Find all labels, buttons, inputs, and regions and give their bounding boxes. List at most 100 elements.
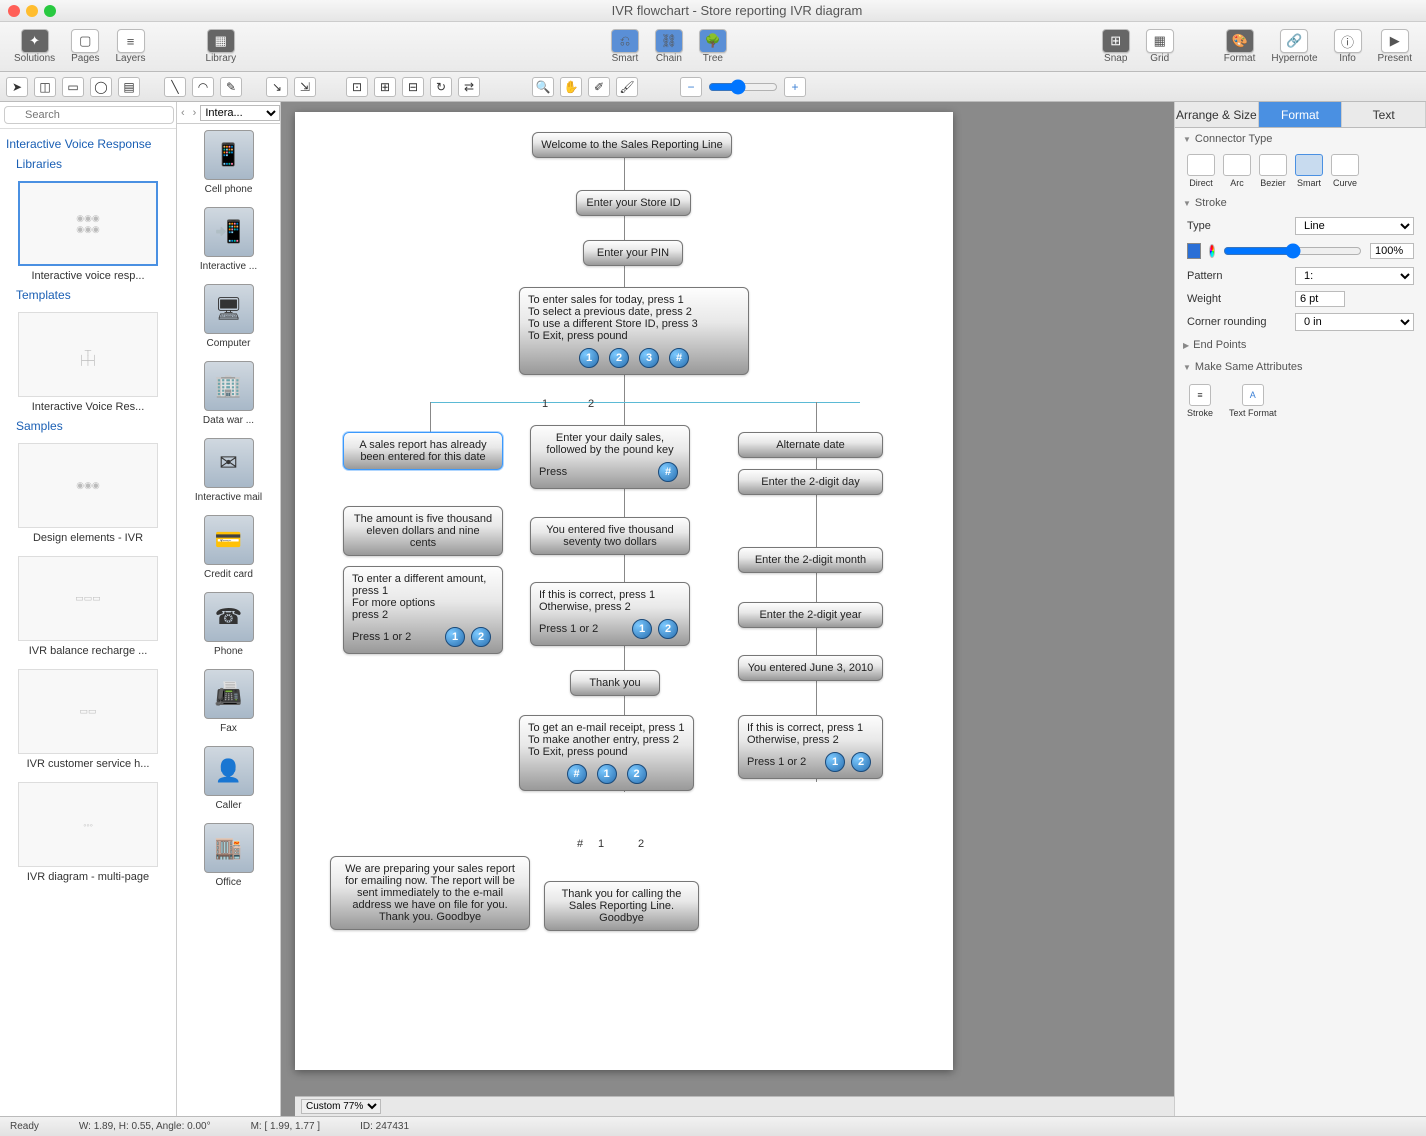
opacity-input[interactable] [1370,243,1414,259]
arrange-tool[interactable]: ⊟ [402,77,424,97]
canvas-area[interactable]: Welcome to the Sales Reporting Line Ente… [281,102,1174,1116]
section-endpoints[interactable]: End Points [1175,334,1426,356]
flow-node[interactable]: Alternate date [738,432,883,458]
lib-item[interactable]: 💳Credit card [177,509,280,586]
conntype-arc[interactable]: Arc [1223,154,1251,188]
sample-thumb-2[interactable]: ▭▭▭ [18,556,158,641]
flow-node[interactable]: Enter your PIN [583,240,683,266]
arc-tool[interactable]: ◠ [192,77,214,97]
lib-nav-fwd[interactable]: › [189,107,201,119]
ellipse-tool[interactable]: ◯ [90,77,112,97]
lib-item[interactable]: ✉Interactive mail [177,432,280,509]
align-tool[interactable]: ⊡ [346,77,368,97]
lib-item[interactable]: 👤Caller [177,740,280,817]
grid-button[interactable]: ▦Grid [1140,27,1180,66]
tmpl-thumb[interactable]: ┬├┼┤ [18,312,158,397]
tab-format[interactable]: Format [1259,102,1343,127]
close-icon[interactable] [8,5,20,17]
sample-thumb-4[interactable]: ◦◦◦ [18,782,158,867]
zoom-icon[interactable] [44,5,56,17]
present-button[interactable]: ▶Present [1372,27,1418,66]
conntype-smart[interactable]: Smart [1295,154,1323,188]
flow-node[interactable]: The amount is five thousand eleven dolla… [343,506,503,556]
distribute-tool[interactable]: ⊞ [374,77,396,97]
lib-item[interactable]: 🖥Computer [177,278,280,355]
window-controls[interactable] [8,5,56,17]
flow-node-selected[interactable]: A sales report has already been entered … [343,432,503,470]
section-make-same[interactable]: Make Same Attributes [1175,356,1426,378]
flow-node[interactable]: You entered June 3, 2010 [738,655,883,681]
flow-node[interactable]: Enter your Store ID [576,190,691,216]
section-connector-type[interactable]: Connector Type [1175,128,1426,150]
lib-item[interactable]: 📲Interactive ... [177,201,280,278]
connector-tool[interactable]: ↘ [266,77,288,97]
library-button[interactable]: ▦Library [200,27,243,66]
zoom-select[interactable]: Custom 77% [301,1099,381,1114]
flow-node[interactable]: If this is correct, press 1 Otherwise, p… [738,715,883,779]
brush-tool[interactable]: 🖌 [616,77,638,97]
layers-button[interactable]: ≡Layers [110,27,152,66]
opacity-slider[interactable] [1223,241,1362,261]
flow-node[interactable]: Enter the 2-digit day [738,469,883,495]
lib-item[interactable]: 🏬Office [177,817,280,894]
zoom-in-button[interactable]: + [784,77,806,97]
format-button[interactable]: 🎨Format [1218,27,1262,66]
zoom-slider[interactable] [708,79,778,95]
sample-thumb-1[interactable]: ◉◉◉ [18,443,158,528]
pan-tool[interactable]: ✋ [560,77,582,97]
lib-nav-back[interactable]: ‹ [177,107,189,119]
hypernote-button[interactable]: 🔗Hypernote [1265,27,1323,66]
info-button[interactable]: ⓘInfo [1328,27,1368,66]
rotate-tool[interactable]: ↻ [430,77,452,97]
pointer-tool[interactable]: ➤ [6,77,28,97]
line-tool[interactable]: ╲ [164,77,186,97]
marquee-tool[interactable]: ◫ [34,77,56,97]
connector-selected[interactable] [430,402,860,403]
lib-thumb[interactable]: ◉◉◉◉◉◉ [18,181,158,266]
chain-button[interactable]: ⛓Chain [649,27,689,66]
smart-connector-tool[interactable]: ⇲ [294,77,316,97]
smart-button[interactable]: ⎌Smart [605,27,645,66]
stroke-color-swatch[interactable] [1187,243,1201,259]
flow-node[interactable]: To get an e-mail receipt, press 1 To mak… [519,715,694,791]
pattern-select[interactable]: 1: [1295,267,1414,285]
text-tool[interactable]: ▤ [118,77,140,97]
flow-node[interactable]: Enter the 2-digit month [738,547,883,573]
flow-node[interactable]: If this is correct, press 1 Otherwise, p… [530,582,690,646]
lib-dropdown[interactable]: Intera... [200,105,280,121]
lib-item[interactable]: 🏢Data war ... [177,355,280,432]
section-stroke[interactable]: Stroke [1175,192,1426,214]
snap-button[interactable]: ⊞Snap [1096,27,1136,66]
eyedrop-tool[interactable]: ✐ [588,77,610,97]
tree-samples[interactable]: Samples [6,417,170,435]
conntype-curve[interactable]: Curve [1331,154,1359,188]
sample-thumb-3[interactable]: ▭▭ [18,669,158,754]
stroke-type-select[interactable]: Line [1295,217,1414,235]
tree-button[interactable]: 🌳Tree [693,27,733,66]
nav-tree[interactable]: Interactive Voice Response Libraries ◉◉◉… [0,129,176,891]
minimize-icon[interactable] [26,5,38,17]
rect-tool[interactable]: ▭ [62,77,84,97]
flow-node[interactable]: You entered five thousand seventy two do… [530,517,690,555]
lib-item[interactable]: ☎Phone [177,586,280,663]
zoom-tool[interactable]: 🔍 [532,77,554,97]
flow-node[interactable]: Thank you for calling the Sales Reportin… [544,881,699,931]
pen-tool[interactable]: ✎ [220,77,242,97]
pages-button[interactable]: ▢Pages [65,27,105,66]
search-input[interactable] [4,106,174,124]
tab-text[interactable]: Text [1342,102,1426,127]
canvas-page[interactable]: Welcome to the Sales Reporting Line Ente… [295,112,953,1070]
attr-stroke[interactable]: ≡Stroke [1187,384,1213,418]
tree-root[interactable]: Interactive Voice Response [6,133,170,155]
corner-select[interactable]: 0 in [1295,313,1414,331]
weight-input[interactable] [1295,291,1345,307]
flow-node[interactable]: We are preparing your sales report for e… [330,856,530,930]
conntype-bezier[interactable]: Bezier [1259,154,1287,188]
zoom-out-button[interactable]: − [680,77,702,97]
conntype-direct[interactable]: Direct [1187,154,1215,188]
tab-arrange[interactable]: Arrange & Size [1175,102,1259,127]
flow-node[interactable]: Enter the 2-digit year [738,602,883,628]
tree-libraries[interactable]: Libraries [6,155,170,173]
lib-item[interactable]: 📱Cell phone [177,124,280,201]
solutions-button[interactable]: ✦Solutions [8,27,61,66]
